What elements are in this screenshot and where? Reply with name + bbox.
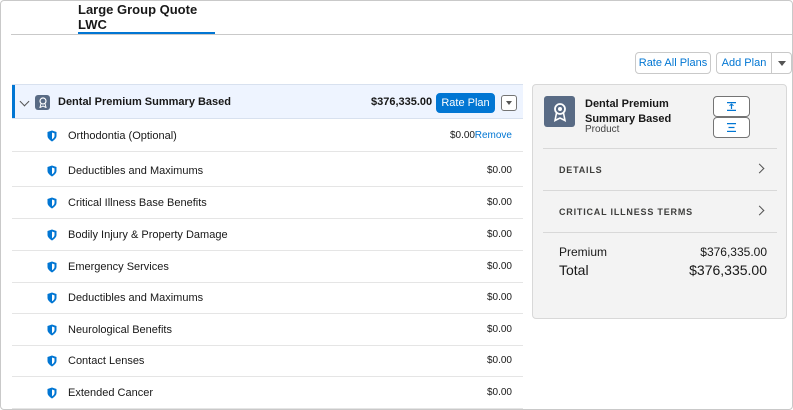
benefit-row: Orthodontia (Optional) $0.00 Remove <box>12 120 523 152</box>
product-subtitle: Product <box>585 124 620 135</box>
benefit-price: $0.00 <box>486 261 512 272</box>
shield-icon <box>47 261 57 273</box>
benefit-label: Extended Cancer <box>68 387 153 399</box>
benefit-row: Deductibles and Maximums $0.00 <box>12 282 523 314</box>
benefit-label: Contact Lenses <box>68 355 145 367</box>
benefit-price: $0.00 <box>486 324 512 335</box>
benefit-price: $0.00 <box>486 197 512 208</box>
shield-icon <box>47 197 57 209</box>
benefit-row: Emergency Services $0.00 <box>12 251 523 283</box>
benefit-price: $0.00 <box>486 229 512 240</box>
plan-total: $376,335.00 <box>371 96 433 108</box>
chevron-down-icon <box>777 60 786 66</box>
shield-icon <box>47 229 57 241</box>
collapse-all-button[interactable] <box>713 117 750 138</box>
benefit-price: $0.00 <box>486 355 512 366</box>
chevron-right-icon <box>754 205 765 216</box>
product-panel: Dental Premium Summary Based Product DET… <box>532 84 787 319</box>
award-icon <box>544 96 575 127</box>
benefit-price: $0.00 <box>486 165 512 176</box>
benefit-price: $0.00 <box>449 130 475 141</box>
benefit-price: $0.00 <box>486 292 512 303</box>
premium-line: Premium $376,335.00 <box>559 245 767 259</box>
shield-icon <box>47 387 57 399</box>
chevron-down-icon <box>506 101 512 105</box>
plan-menu-button[interactable] <box>501 95 517 111</box>
plan-title: Dental Premium Summary Based <box>58 96 232 108</box>
award-icon <box>35 95 50 110</box>
benefit-row: Contact Lenses $0.00 <box>12 345 523 377</box>
rate-all-plans-button[interactable]: Rate All Plans <box>635 52 711 74</box>
plan-header-accent <box>12 85 15 118</box>
benefit-label: Orthodontia (Optional) <box>68 130 177 142</box>
shield-icon <box>47 292 57 304</box>
total-label: Total <box>559 262 589 278</box>
shield-icon <box>47 165 57 177</box>
product-title: Dental Premium Summary Based <box>585 98 672 125</box>
remove-link[interactable]: Remove <box>475 130 512 141</box>
details-section[interactable]: DETAILS <box>543 148 777 190</box>
expand-all-icon <box>727 102 736 111</box>
tab-bar: Large Group Quote LWC <box>11 1 792 35</box>
plan-header: Dental Premium Summary Based $376,335.00… <box>12 84 523 119</box>
collapse-chevron-icon[interactable] <box>19 96 30 107</box>
benefit-label: Bodily Injury & Property Damage <box>68 229 228 241</box>
benefit-label: Emergency Services <box>68 261 169 273</box>
chevron-right-icon <box>754 163 765 174</box>
benefit-label: Critical Illness Base Benefits <box>68 197 207 209</box>
benefit-row: Deductibles and Maximums $0.00 <box>12 155 523 187</box>
collapse-all-icon <box>727 123 736 132</box>
expand-all-button[interactable] <box>713 96 750 117</box>
shield-icon <box>47 130 57 142</box>
benefit-label: Neurological Benefits <box>68 324 172 336</box>
premium-value: $376,335.00 <box>700 245 767 259</box>
total-line: Total $376,335.00 <box>559 262 767 278</box>
summary-divider <box>543 232 777 233</box>
tab-large-group-quote[interactable]: Large Group Quote LWC <box>78 1 215 34</box>
shield-icon <box>47 355 57 367</box>
section-title: CRITICAL ILLNESS TERMS <box>559 207 693 217</box>
section-title: DETAILS <box>559 165 603 175</box>
benefit-row: Extended Cancer $0.00 <box>12 377 523 409</box>
rate-plan-button[interactable]: Rate Plan <box>436 93 495 113</box>
benefit-label: Deductibles and Maximums <box>68 165 204 177</box>
quote-container: Large Group Quote LWC Rate All Plans Add… <box>0 0 793 410</box>
add-plan-menu-button[interactable] <box>771 52 792 74</box>
benefit-row: Neurological Benefits $0.00 <box>12 314 523 346</box>
shield-icon <box>47 324 57 336</box>
benefit-row: Bodily Injury & Property Damage $0.00 <box>12 219 523 251</box>
benefit-row: Critical Illness Base Benefits $0.00 <box>12 187 523 219</box>
add-plan-button[interactable]: Add Plan <box>716 52 772 74</box>
total-value: $376,335.00 <box>689 262 767 278</box>
premium-label: Premium <box>559 245 608 259</box>
benefit-price: $0.00 <box>486 387 512 398</box>
benefit-label: Deductibles and Maximums <box>68 292 204 304</box>
critical-illness-terms-section[interactable]: CRITICAL ILLNESS TERMS <box>543 190 777 232</box>
